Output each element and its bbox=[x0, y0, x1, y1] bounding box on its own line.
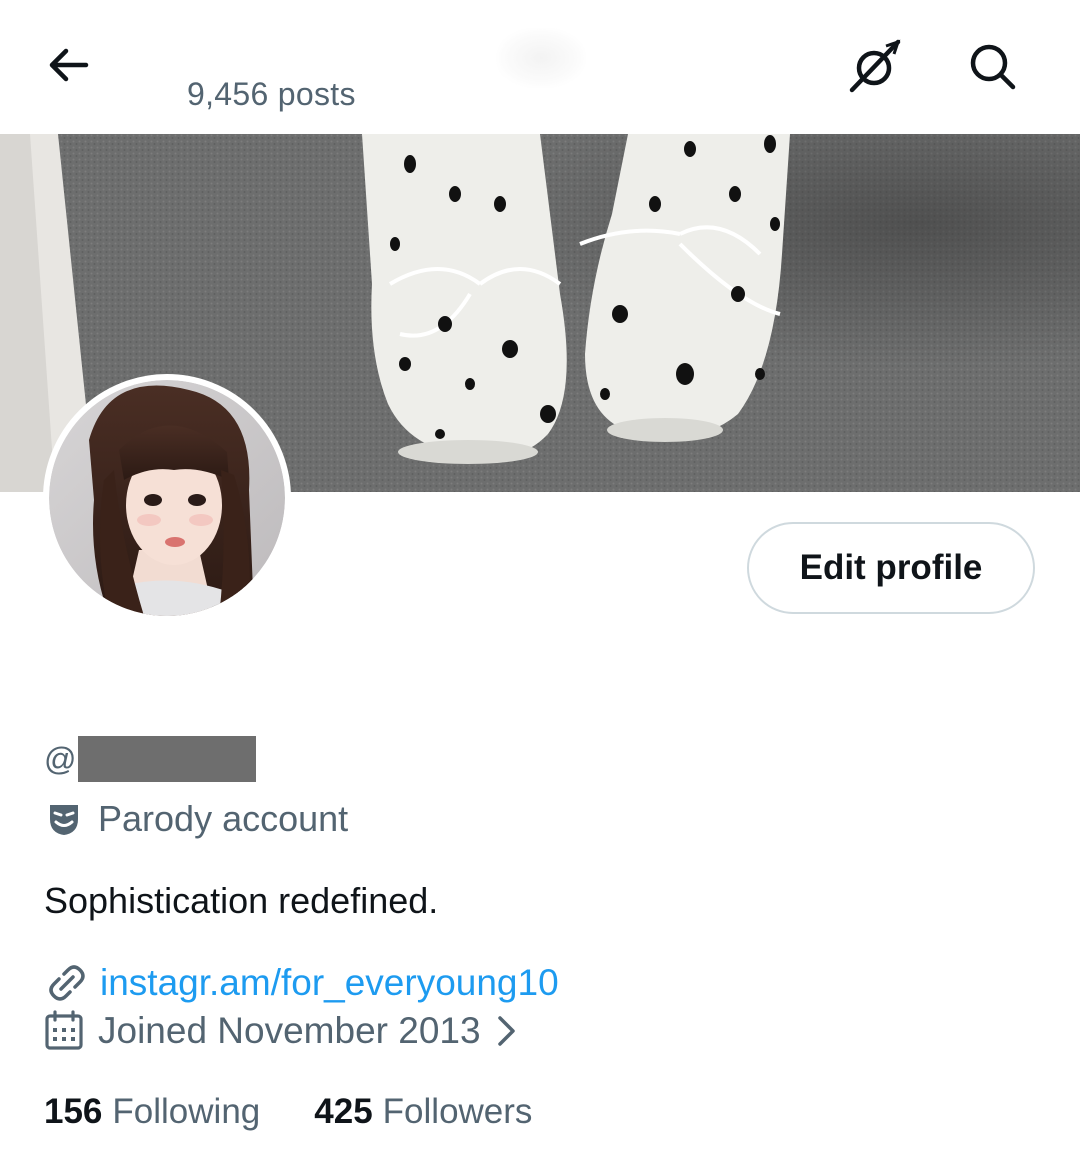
following-link[interactable]: 156 Following bbox=[44, 1092, 260, 1132]
followers-label: Followers bbox=[382, 1092, 533, 1131]
profile-bio: Sophistication redefined. bbox=[44, 880, 439, 921]
search-button[interactable] bbox=[962, 36, 1022, 96]
parody-text: Parody account bbox=[98, 798, 349, 839]
arrow-left-icon bbox=[49, 48, 89, 82]
posts-count: 9,456 posts bbox=[187, 76, 356, 112]
following-label: Following bbox=[112, 1092, 261, 1131]
profile-avatar[interactable] bbox=[43, 374, 291, 622]
parody-label[interactable]: Parody account bbox=[44, 798, 348, 840]
following-count: 156 bbox=[44, 1092, 103, 1131]
top-bar: 9,456 posts bbox=[0, 0, 1080, 134]
profile-link-row: instagr.am/for_everyoung10 bbox=[44, 960, 559, 1006]
follow-stats: 156 Following 425 Followers bbox=[44, 1092, 532, 1132]
grok-icon bbox=[849, 39, 901, 93]
link-icon bbox=[49, 965, 85, 1001]
profile-link[interactable]: instagr.am/for_everyoung10 bbox=[100, 962, 559, 1004]
back-button[interactable] bbox=[44, 40, 94, 90]
handle-redaction bbox=[78, 736, 257, 782]
avatar-image bbox=[49, 380, 285, 616]
grok-button[interactable] bbox=[846, 36, 906, 96]
parody-mask-icon bbox=[50, 805, 78, 835]
edit-profile-button[interactable]: Edit profile bbox=[747, 522, 1035, 614]
followers-count: 425 bbox=[314, 1092, 373, 1131]
search-icon bbox=[970, 44, 1016, 90]
followers-link[interactable]: 425 Followers bbox=[314, 1092, 532, 1132]
handle-at-sign: @ bbox=[44, 740, 77, 777]
joined-row: Joined November 2013 bbox=[44, 1010, 519, 1052]
header-logo-faded bbox=[496, 28, 586, 88]
chevron-right-icon[interactable] bbox=[495, 1013, 519, 1049]
profile-handle: @ bbox=[44, 736, 257, 782]
calendar-icon bbox=[45, 1010, 83, 1050]
joined-date: Joined November 2013 bbox=[98, 1010, 481, 1051]
